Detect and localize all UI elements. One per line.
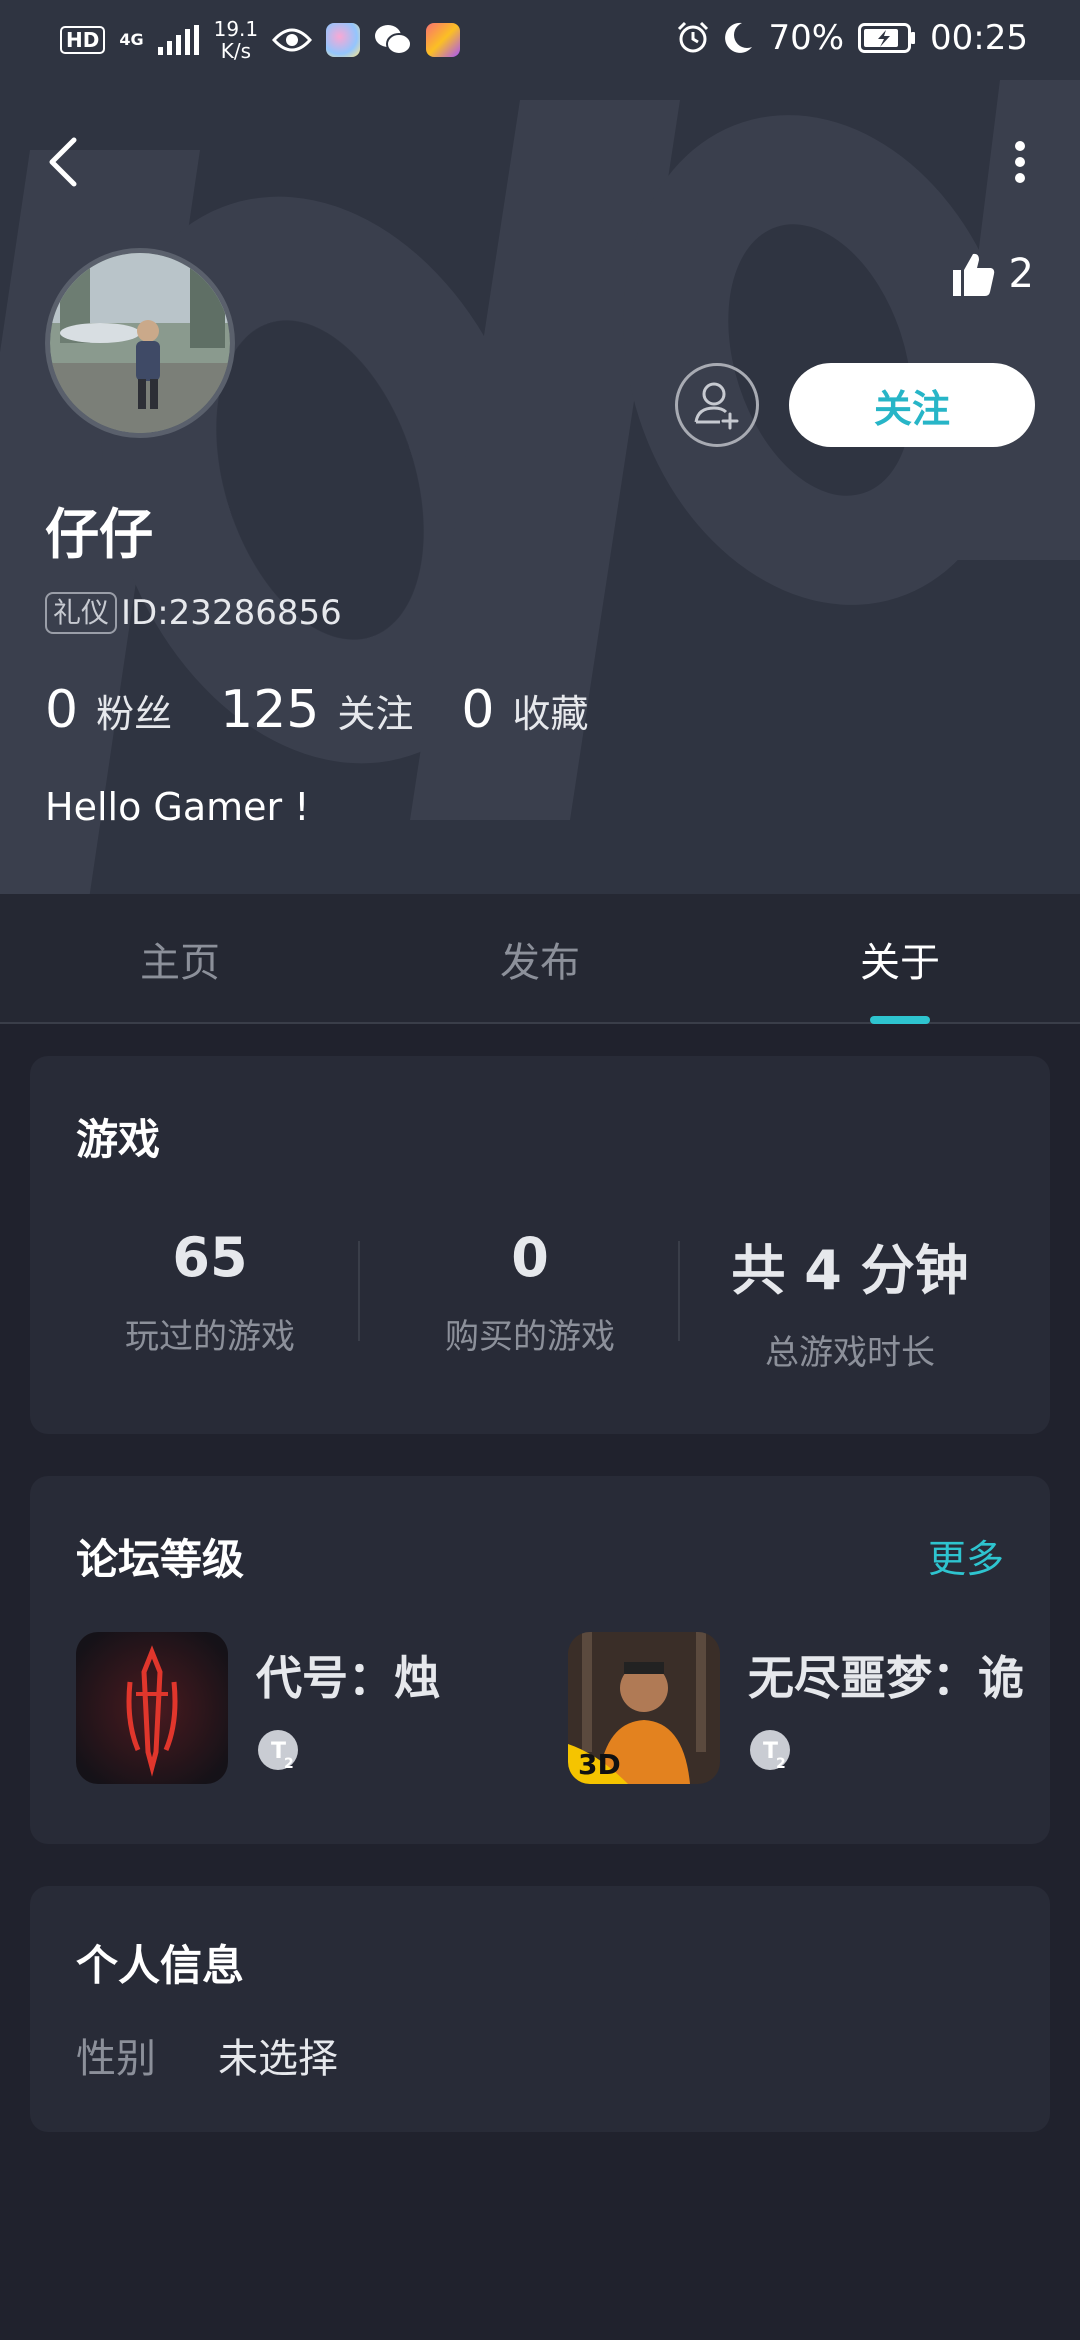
eye-icon	[272, 28, 313, 52]
total-playtime-value: 共 4 分钟	[731, 1239, 969, 1302]
purchased-games-label: 购买的游戏	[445, 1317, 615, 1357]
total-playtime-label: 总游戏时长	[765, 1333, 935, 1373]
svg-text:2: 2	[284, 1756, 294, 1772]
svg-text:2: 2	[776, 1756, 786, 1772]
gender-row: 性别 未选择	[76, 2026, 338, 2084]
following-label[interactable]: 关注	[337, 683, 413, 738]
tab-home[interactable]: 主页	[0, 894, 360, 1024]
signal-icon	[157, 25, 199, 55]
favorites-label[interactable]: 收藏	[512, 683, 588, 738]
colorful-app-icon	[426, 23, 461, 57]
more-vertical-icon	[1015, 141, 1025, 183]
username: 仔仔	[45, 503, 153, 566]
avatar[interactable]	[45, 248, 235, 438]
fans-count[interactable]: 0	[45, 680, 78, 740]
icon-3d-badge: 3D	[578, 1748, 621, 1781]
stat-divider	[678, 1241, 680, 1341]
played-games-label: 玩过的游戏	[125, 1317, 295, 1357]
fans-label[interactable]: 粉丝	[96, 683, 172, 738]
profile-bio: Hello Gamer !	[45, 785, 310, 829]
favorites-count[interactable]: 0	[461, 680, 494, 740]
battery-icon	[858, 23, 916, 53]
total-playtime-stat[interactable]: 共 4 分钟 总游戏时长	[690, 1226, 1010, 1374]
brand-watermark	[0, 80, 1080, 894]
forum-item[interactable]: 代号：烛 T 2	[76, 1632, 526, 1788]
forum-game-name: 无尽噩梦：诡	[748, 1651, 1024, 1705]
profile-stats: 0 粉丝 125 关注 0 收藏	[45, 680, 637, 740]
game-icon-endless-nightmare: 3D	[568, 1632, 720, 1784]
profile-tabs: 主页 发布 关于	[0, 894, 1080, 1024]
personal-info-title: 个人信息	[76, 1941, 245, 1990]
level-badge-icon: T 2	[750, 1730, 790, 1772]
hd-indicator: HD	[60, 26, 106, 54]
games-card-title: 游戏	[76, 1115, 161, 1164]
forum-item[interactable]: 3D 无尽噩梦：诡 T 2	[568, 1632, 1050, 1788]
user-id-row: 礼仪 ID:23286856	[45, 592, 342, 634]
played-games-stat[interactable]: 65 玩过的游戏	[50, 1226, 370, 1358]
status-bar: HD 4G 19.1 K/s 70% 00:25	[0, 0, 1080, 80]
forum-level-card: 论坛等级 更多 代号：烛 T 2 3D 无尽噩梦：诡 T 2	[30, 1476, 1050, 1844]
gallery-app-icon	[326, 23, 361, 57]
following-count[interactable]: 125	[220, 680, 319, 740]
active-tab-indicator	[870, 1016, 930, 1024]
forum-level-title: 论坛等级	[76, 1535, 245, 1584]
back-button[interactable]	[40, 132, 90, 192]
more-options-button[interactable]	[1000, 132, 1040, 192]
etiquette-badge: 礼仪	[45, 592, 118, 634]
add-user-icon	[694, 382, 739, 430]
more-link[interactable]: 更多	[928, 1528, 1004, 1583]
forum-game-name: 代号：烛	[256, 1651, 440, 1705]
purchased-games-count: 0	[511, 1226, 549, 1289]
battery-percent: 70%	[768, 18, 845, 58]
like-counter[interactable]: 2	[949, 250, 1034, 298]
clock-time: 00:25	[930, 18, 1028, 58]
chevron-left-icon	[49, 137, 77, 187]
tab-posts[interactable]: 发布	[360, 894, 720, 1024]
thumbs-up-icon	[952, 253, 994, 296]
like-count: 2	[1008, 251, 1034, 297]
add-friend-button[interactable]	[675, 363, 759, 447]
user-id: ID:23286856	[121, 593, 342, 633]
personal-info-card: 个人信息 性别 未选择	[30, 1886, 1050, 2132]
purchased-games-stat[interactable]: 0 购买的游戏	[370, 1226, 690, 1358]
moon-icon	[725, 22, 753, 53]
avatar-photo	[50, 253, 230, 433]
red-emblem-icon	[76, 1632, 228, 1784]
level-badge-icon: T 2	[258, 1730, 298, 1772]
follow-button[interactable]: 关注	[789, 363, 1035, 447]
played-games-count: 65	[172, 1226, 248, 1289]
game-icon-zhu	[76, 1632, 228, 1784]
alarm-icon	[678, 21, 709, 53]
network-speed: 19.1 K/s	[213, 17, 259, 63]
profile-header: HD 4G 19.1 K/s 70% 00:25 2 关注 仔仔 礼仪 ID:2…	[0, 0, 1080, 894]
tab-about[interactable]: 关于	[720, 894, 1080, 1024]
network-type: 4G	[119, 30, 144, 49]
prisoner-game-icon: 3D	[568, 1632, 720, 1784]
gender-label: 性别	[76, 2036, 156, 2082]
gender-value: 未选择	[218, 2036, 338, 2082]
wechat-icon	[375, 25, 413, 55]
games-card: 游戏 65 玩过的游戏 0 购买的游戏 共 4 分钟 总游戏时长	[30, 1056, 1050, 1434]
stat-divider	[358, 1241, 360, 1341]
